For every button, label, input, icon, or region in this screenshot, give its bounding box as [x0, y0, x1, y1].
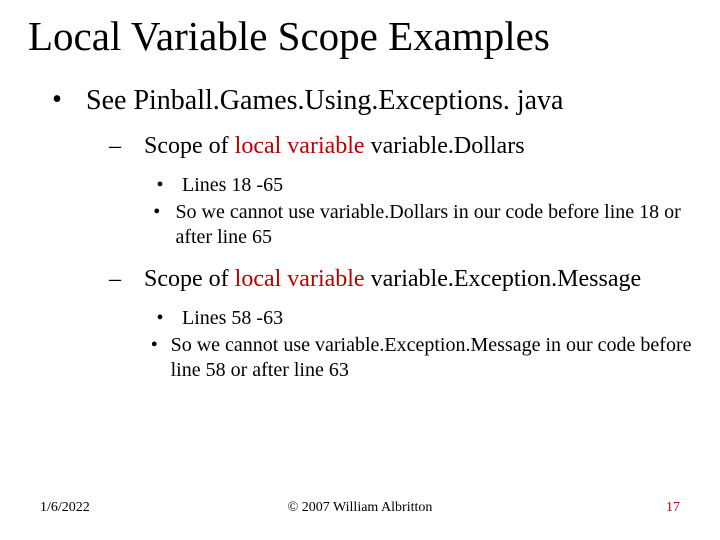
bullet-dot-icon: •	[138, 333, 171, 383]
footer: 1/6/2022 © 2007 William Albritton 17	[0, 500, 720, 516]
note-text: So we cannot use variable.Exception.Mess…	[171, 333, 692, 383]
bullet-level-2: – Scope of local variable variable.Excep…	[86, 264, 692, 294]
bullet-dot-icon: •	[28, 85, 86, 117]
bullet-level-3-group: • Lines 58 -63 • So we cannot use variab…	[138, 306, 692, 383]
dash-icon: –	[86, 264, 144, 294]
bullet-level-3-group: • Lines 18 -65 • So we cannot use variab…	[138, 173, 692, 250]
bullet-level-3: • Lines 58 -63	[138, 306, 692, 331]
scope-var-name: variable.Exception.Message	[365, 266, 642, 292]
bullet-level-1-text: See Pinball.Games.Using.Exceptions. java	[86, 85, 563, 117]
bullet-level-2: – Scope of local variable variable.Dolla…	[86, 131, 692, 161]
bullet-level-3: • So we cannot use variable.Dollars in o…	[138, 200, 692, 250]
scope-prefix: Scope of	[144, 266, 235, 292]
bullet-level-1: • See Pinball.Games.Using.Exceptions. ja…	[28, 85, 692, 117]
bullet-level-2-text: Scope of local variable variable.Excepti…	[144, 264, 641, 294]
bullet-level-3: • So we cannot use variable.Exception.Me…	[138, 333, 692, 383]
bullet-dot-icon: •	[138, 173, 182, 198]
java-file-name: Pinball.Games.Using.Exceptions. java	[133, 85, 563, 116]
note-text: So we cannot use variable.Dollars in our…	[175, 200, 692, 250]
scope-var-name: variable.Dollars	[365, 133, 525, 159]
dash-icon: –	[86, 131, 144, 161]
scope-red: local variable	[235, 133, 365, 159]
footer-copyright: © 2007 William Albritton	[0, 500, 720, 516]
see-prefix: See	[86, 85, 133, 116]
slide-title: Local Variable Scope Examples	[28, 14, 692, 59]
bullet-level-2-text: Scope of local variable variable.Dollars	[144, 131, 525, 161]
slide: Local Variable Scope Examples • See Pinb…	[0, 0, 720, 540]
scope-red: local variable	[235, 266, 365, 292]
scope-prefix: Scope of	[144, 133, 235, 159]
lines-text: Lines 58 -63	[182, 306, 283, 331]
bullet-level-3: • Lines 18 -65	[138, 173, 692, 198]
bullet-dot-icon: •	[138, 306, 182, 331]
lines-text: Lines 18 -65	[182, 173, 283, 198]
bullet-dot-icon: •	[138, 200, 175, 250]
